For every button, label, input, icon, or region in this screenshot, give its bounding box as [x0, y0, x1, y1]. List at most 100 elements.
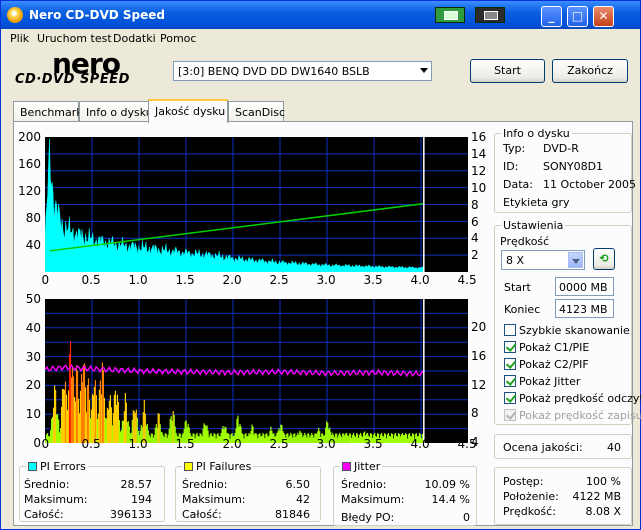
checkbox-1[interactable]: Pokaż C1/PIE [504, 341, 589, 354]
disc-label-text: Etykieta gry [503, 196, 570, 209]
quality-score-group: Ocena jakości: 40 [494, 434, 632, 459]
menu-uruchom-test[interactable]: Uruchom test [37, 32, 112, 45]
jitter-stats-group: Jitter Średnio: 10.09 % Maksimum: 14.4 %… [333, 460, 477, 526]
pif-y-left-tick: 30 [25, 349, 41, 364]
pif-x-tick: 1.0 [128, 437, 148, 451]
title-bar[interactable]: Nero CD-DVD Speed _ □ ✕ [1, 1, 640, 29]
end-field[interactable]: 4123 MB [555, 299, 614, 318]
checkbox-label: Pokaż Jitter [519, 375, 581, 388]
pie-x-tick: 0 [41, 273, 50, 287]
pif-total-label: Całość: [182, 508, 222, 521]
pif-chart [44, 299, 468, 443]
position-value: 4122 MB [572, 490, 621, 503]
speed-select[interactable]: 8 X [501, 250, 585, 270]
checkbox-box [504, 409, 516, 421]
pif-y-right-tick: 8 [471, 406, 479, 421]
save-icon[interactable] [475, 7, 505, 23]
jitter-avg-label: Średnio: [341, 478, 387, 491]
start-field[interactable]: 0000 MB [555, 277, 614, 296]
pif-stats-title: PI Failures [196, 460, 252, 473]
pie-chart-svg [44, 137, 468, 273]
pie-x-tick: 2.0 [222, 273, 242, 287]
checkbox-0[interactable]: Szybkie skanowanie [504, 324, 630, 337]
current-speed-value: 8.08 X [585, 505, 621, 518]
pif-x-tick: 1.5 [175, 437, 195, 451]
pif-y-right-tick: 16 [471, 348, 487, 363]
quality-score-label: Ocena jakości: [503, 441, 583, 454]
menu-plik[interactable]: Plik [10, 32, 29, 45]
checkbox-label: Pokaż C2/PIF [519, 358, 589, 371]
disc-id-label: ID: [503, 160, 519, 173]
checkbox-box [504, 392, 516, 404]
checkbox-4[interactable]: Pokaż prędkość odczytu [504, 392, 641, 405]
tab-benchmark[interactable]: Benchmark [13, 101, 83, 122]
pie-stats-title: PI Errors [40, 460, 86, 473]
start-button[interactable]: Start [470, 59, 545, 83]
pie-y-right-tick: 2 [471, 248, 479, 263]
menu-pomoc[interactable]: Pomoc [160, 32, 196, 45]
pie-y-right-tick: 6 [471, 214, 479, 229]
checkbox-box [504, 341, 516, 353]
drive-select-value: [3:0] BENQ DVD DD DW1640 BSLB [178, 65, 370, 78]
pif-max-label: Maksimum: [182, 493, 246, 506]
pif-color-swatch [184, 462, 193, 471]
disc-type-label: Typ: [503, 142, 526, 155]
pif-x-tick: 3.5 [363, 437, 383, 451]
app-icon [7, 7, 23, 23]
speed-select-value: 8 X [506, 254, 525, 267]
pif-avg-value: 6.50 [285, 478, 311, 491]
pif-y-left-tick: 0 [33, 436, 41, 450]
menu-dodatki[interactable]: Dodatki [113, 32, 156, 45]
checkbox-box [504, 375, 516, 387]
pie-y-right-tick: 12 [471, 163, 487, 178]
checkbox-label: Pokaż prędkość zapisu [519, 409, 641, 422]
checkbox-box [504, 324, 516, 336]
menu-bar: Plik Uruchom test Dodatki Pomoc [1, 30, 640, 48]
disc-info-legend: Info o dysku [501, 127, 572, 140]
minimize-button[interactable]: _ [541, 6, 562, 27]
pie-x-tick: 4.5 [457, 273, 477, 287]
pie-max-label: Maksimum: [24, 493, 88, 506]
close-button[interactable]: ✕ [593, 6, 614, 27]
tab-info-o-dysku[interactable]: Info o dysku [79, 101, 153, 122]
read-speed-line [49, 202, 424, 252]
pie-color-swatch [28, 462, 37, 471]
position-label: Położenie: [503, 490, 559, 503]
checkbox-3[interactable]: Pokaż Jitter [504, 375, 580, 388]
checkbox-label: Pokaż prędkość odczytu [519, 392, 641, 405]
tab-scandisc[interactable]: ScanDisc [228, 101, 285, 122]
jitter-max-value: 14.4 % [431, 493, 470, 506]
pif-y-right-tick: 12 [471, 377, 487, 392]
pie-stats-group: PI Errors Średnio: 28.57 Maksimum: 194 C… [19, 460, 165, 522]
pif-y-left-tick: 50 [25, 292, 41, 306]
maximize-button[interactable]: □ [567, 6, 588, 27]
checkbox-2[interactable]: Pokaż C2/PIF [504, 358, 589, 371]
pie-x-tick: 3.0 [316, 273, 336, 287]
drive-select[interactable]: [3:0] BENQ DVD DD DW1640 BSLB [173, 61, 432, 81]
pif-avg-label: Średnio: [182, 478, 228, 491]
jitter-po-value: 0 [463, 511, 470, 524]
pie-x-tick: 1.5 [175, 273, 195, 287]
disc-type-value: DVD-R [543, 142, 579, 155]
settings-legend: Ustawienia [501, 219, 566, 232]
main-window: Nero CD-DVD Speed _ □ ✕ Plik Uruchom tes… [0, 0, 641, 530]
pie-x-tick: 1.0 [128, 273, 148, 287]
refresh-speed-button[interactable]: ⟲ [593, 248, 615, 270]
pie-avg-label: Średnio: [24, 478, 70, 491]
screenshot-icon[interactable] [435, 7, 465, 23]
jitter-max-label: Maksimum: [341, 493, 405, 506]
end-label: Koniec [504, 303, 541, 316]
pif-y-left-tick: 20 [25, 378, 41, 393]
exit-button[interactable]: Zakończ [552, 59, 628, 83]
pie-y-left-tick: 160 [18, 157, 41, 171]
pif-y-left-tick: 10 [25, 407, 41, 422]
pif-chart-svg [44, 299, 468, 443]
pif-stats-group: PI Failures Średnio: 6.50 Maksimum: 42 C… [175, 460, 321, 522]
disc-date-value: 11 October 2005 [543, 178, 637, 191]
pie-y-right-tick: 16 [471, 130, 487, 144]
pie-avg-value: 28.57 [120, 478, 153, 491]
checkbox-label: Pokaż C1/PIE [519, 341, 590, 354]
tab-jakosc-dysku[interactable]: Jakość dysku [148, 99, 228, 123]
quality-score-value: 40 [607, 441, 621, 454]
chevron-down-icon [420, 68, 428, 73]
